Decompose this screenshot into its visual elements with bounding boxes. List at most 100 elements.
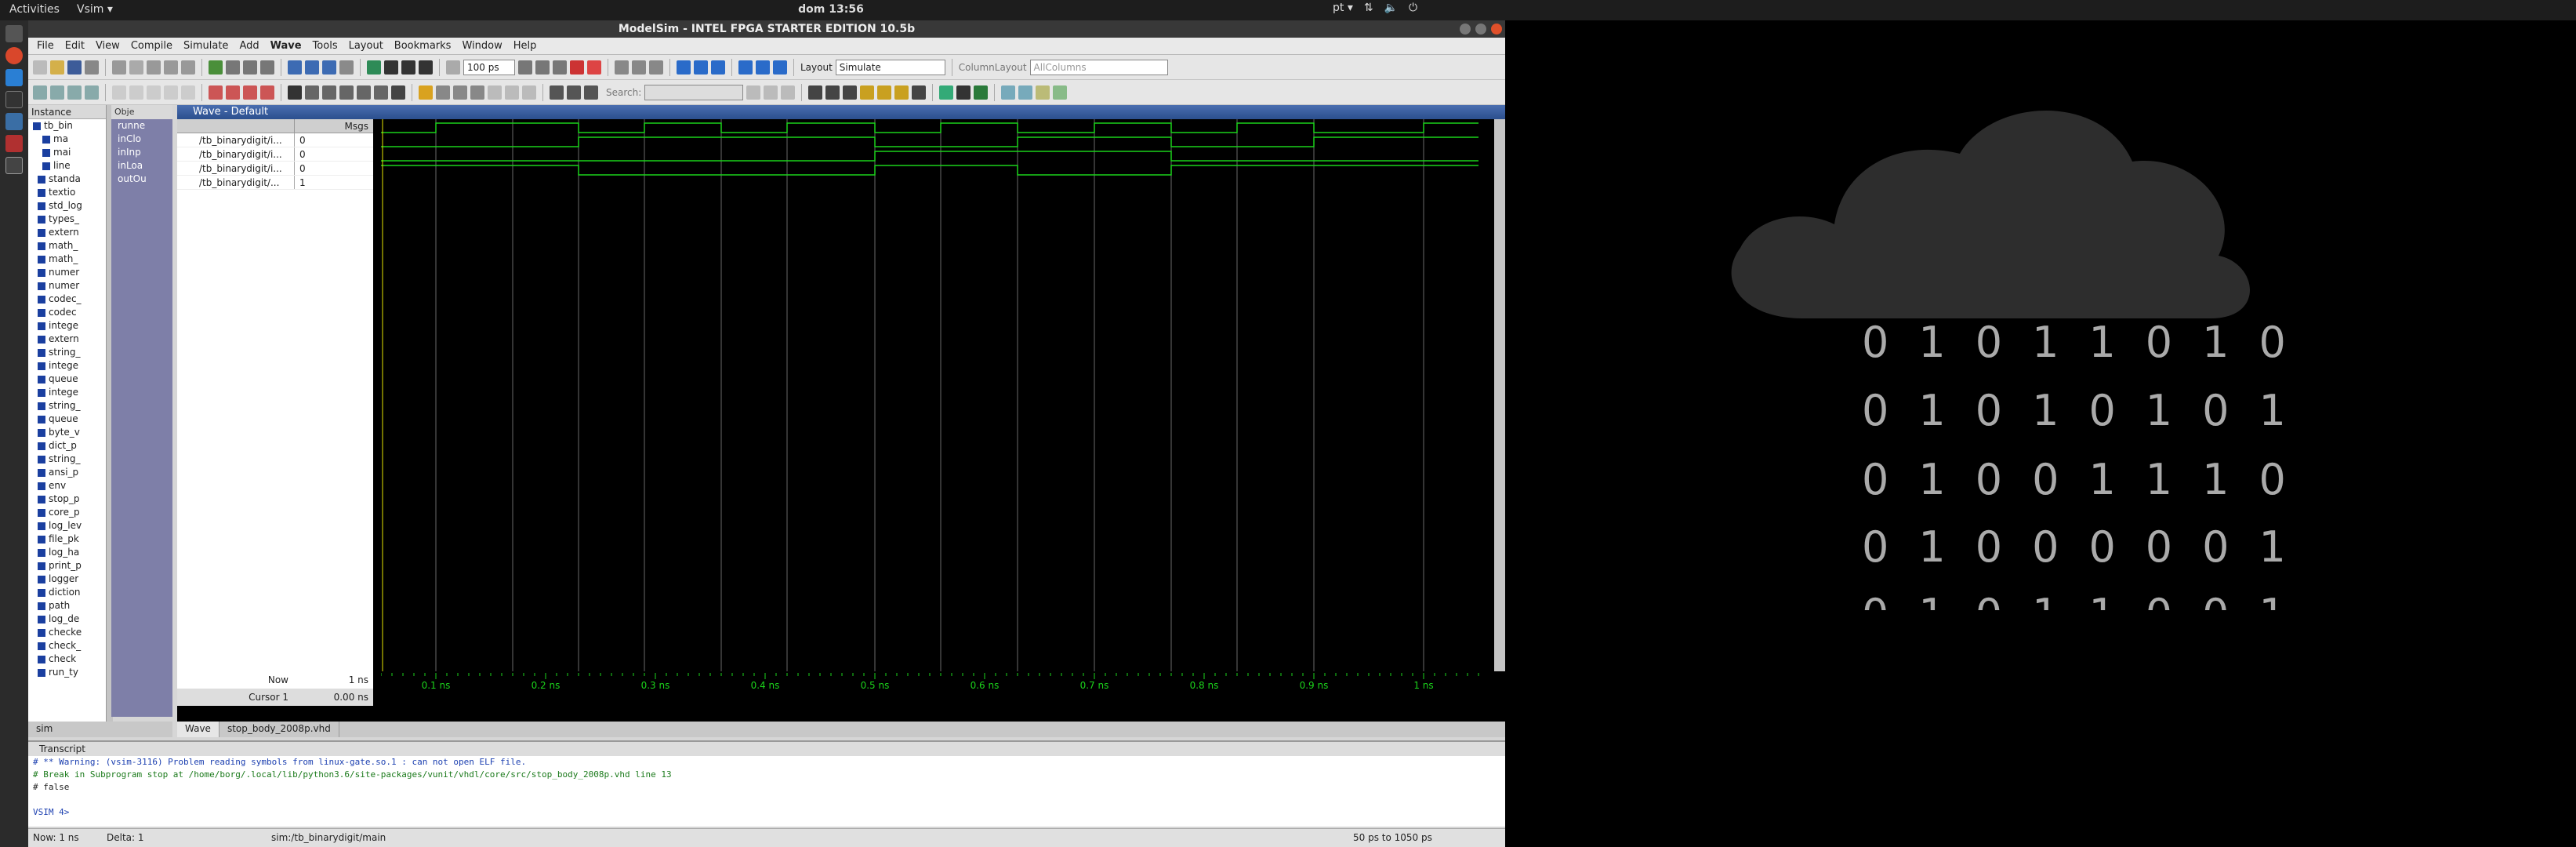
run-continue-icon[interactable] [401,60,415,75]
cursor-value[interactable]: 0.00 ns [295,689,373,706]
instance-item[interactable]: diction [28,586,106,599]
undo-icon[interactable] [164,60,178,75]
instance-item[interactable]: print_p [28,559,106,573]
instance-item[interactable]: core_p [28,506,106,519]
maximize-icon[interactable] [1475,24,1486,35]
instance-item[interactable]: numer [28,266,106,279]
instance-item[interactable]: path [28,599,106,613]
menu-window[interactable]: Window [456,40,507,52]
expand-icon[interactable] [550,85,564,100]
rising-edge-icon[interactable] [505,85,519,100]
instance-item[interactable]: math_ [28,253,106,266]
cut-icon[interactable] [112,60,126,75]
instance-item[interactable]: mai [28,146,106,159]
zoom-cursor-icon[interactable] [860,85,875,100]
print-icon[interactable] [85,60,99,75]
paste-icon[interactable] [147,60,161,75]
zoom-range-icon[interactable] [877,85,892,100]
insert-3-icon[interactable] [147,85,161,100]
format-3-icon[interactable] [1036,85,1050,100]
instance-item[interactable]: ansi_p [28,466,106,479]
signal-name[interactable]: /tb_binarydigit/... [177,176,295,189]
edge-prev-icon[interactable] [453,85,467,100]
signal-row[interactable]: /tb_binarydigit/i... 0 [177,162,373,176]
instance-item[interactable]: codec [28,306,106,319]
performance-icon[interactable] [615,60,629,75]
break-icon[interactable] [339,60,354,75]
menu-simulate[interactable]: Simulate [178,40,234,52]
cursor-mode-icon[interactable] [357,85,371,100]
signal-name[interactable]: /tb_binarydigit/i... [177,162,295,175]
objects-header[interactable]: Obje [111,105,172,119]
menu-compile[interactable]: Compile [125,40,178,52]
instance-item[interactable]: log_lev [28,519,106,533]
any-edge-icon[interactable] [522,85,536,100]
instance-item[interactable]: string_ [28,399,106,413]
ruler-icon[interactable] [339,85,354,100]
break-sim-icon[interactable] [587,60,601,75]
wave-view-3-icon[interactable] [974,85,989,100]
delete-2-icon[interactable] [226,85,240,100]
instance-item[interactable]: logger [28,573,106,586]
tab-wave[interactable]: Wave [177,722,220,737]
instance-item[interactable]: extern [28,226,106,239]
object-item[interactable]: inLoa [111,159,172,173]
format-4-icon[interactable] [1053,85,1068,100]
hand-icon[interactable] [649,60,663,75]
step-out-2-icon[interactable] [711,60,725,75]
restart-icon[interactable] [367,60,381,75]
instance-item[interactable]: intege [28,386,106,399]
signal-name-header[interactable] [177,119,295,133]
menu-edit[interactable]: Edit [60,40,90,52]
instance-item[interactable]: textio [28,186,106,199]
memory-icon[interactable] [632,60,646,75]
step-over-2-icon[interactable] [694,60,708,75]
edit-mode-icon[interactable] [322,85,336,100]
object-item[interactable]: inInp [111,146,172,159]
instance-item[interactable]: run_ty [28,666,106,679]
delete-4-icon[interactable] [260,85,274,100]
zoom-in-icon[interactable] [808,85,823,100]
delete-icon[interactable] [209,85,223,100]
save-icon[interactable] [67,60,82,75]
instance-item[interactable]: extern [28,333,106,346]
falling-edge-icon[interactable] [488,85,502,100]
insert-cursor-icon[interactable] [391,85,405,100]
power-icon[interactable]: ⏻ [1409,2,1417,14]
wave-vscroll[interactable] [1494,119,1505,671]
search-next-icon[interactable] [764,85,778,100]
instance-item[interactable]: checke [28,626,106,639]
zoom-region-icon[interactable] [912,85,927,100]
zoom-last-icon[interactable] [894,85,909,100]
column-layout-select[interactable]: AllColumns [1029,59,1168,75]
step-into-icon[interactable] [677,60,691,75]
trace-icon[interactable] [67,85,82,100]
instance-item[interactable]: stop_p [28,493,106,506]
run-icon[interactable] [384,60,398,75]
copy-icon[interactable] [129,60,143,75]
find-icon[interactable] [226,60,240,75]
menu-wave[interactable]: Wave [265,40,307,52]
instance-item[interactable]: check [28,653,106,666]
object-item[interactable]: runne [111,119,172,133]
open-icon[interactable] [50,60,64,75]
language-indicator[interactable]: pt ▾ [1333,2,1353,14]
instance-item[interactable]: codec_ [28,293,106,306]
stop-icon[interactable] [570,60,584,75]
tab-sim[interactable]: sim [36,723,53,734]
instance-item[interactable]: std_log [28,199,106,213]
search-input[interactable] [644,84,744,100]
signal-row[interactable]: /tb_binarydigit/i... 0 [177,147,373,162]
find-prev-icon[interactable] [419,85,433,100]
instance-item[interactable]: byte_v [28,426,106,439]
lock-icon[interactable] [374,85,388,100]
wave-tool-icon[interactable] [260,60,274,75]
instance-item[interactable]: math_ [28,239,106,253]
menu-bookmarks[interactable]: Bookmarks [389,40,457,52]
close-icon[interactable] [1491,24,1502,35]
delete-3-icon[interactable] [243,85,257,100]
instance-item[interactable]: string_ [28,346,106,359]
object-item[interactable]: outOu [111,173,172,186]
transcript-prompt[interactable]: VSIM 4> [28,806,1505,819]
edge-next-icon[interactable] [470,85,484,100]
